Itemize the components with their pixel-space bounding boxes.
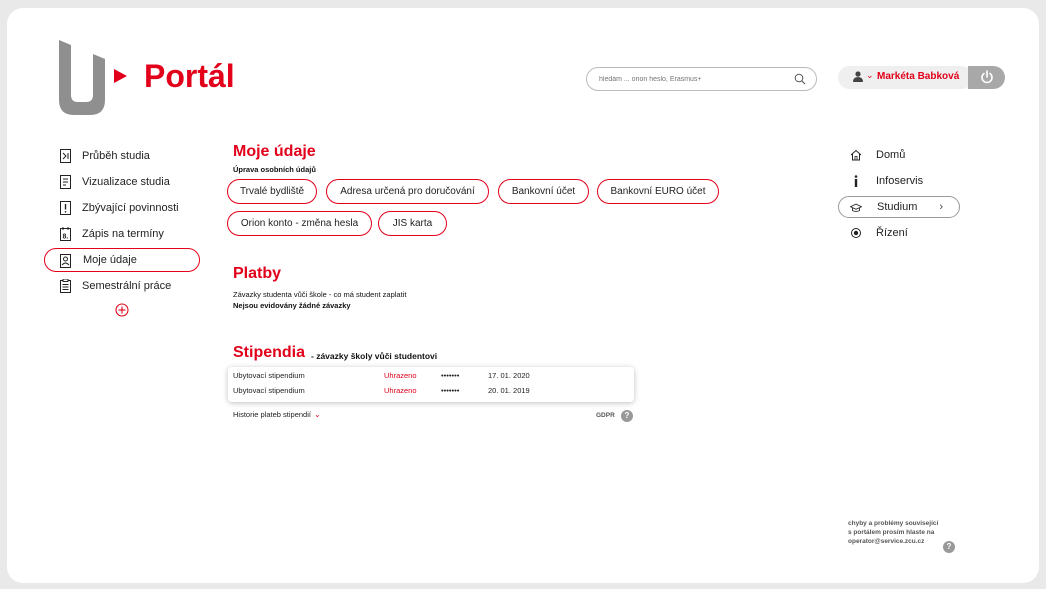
svg-text:8.: 8. [63,234,69,241]
stipend-status: Uhrazeno [384,386,417,395]
support-email[interactable]: operator@service.zcu.cz [848,537,938,546]
power-icon [981,70,993,84]
nav-item-studium[interactable]: Studium › [838,196,960,218]
search-bar[interactable] [586,67,817,91]
platby-description: Závazky studenta vůči škole - co má stud… [233,290,407,299]
stipend-amount: ••••••• [441,371,460,380]
section-title-moje-udaje: Moje údaje [233,143,316,160]
support-line: chyby a problémy související [848,520,939,527]
stipend-date: 20. 01. 2019 [488,386,530,395]
user-name: Markéta Babková [877,71,960,82]
nav-label: Průběh studia [82,150,150,162]
logo-arrow-icon [114,69,127,83]
section-title-platby: Platby [233,265,282,282]
nav-label: Domů [876,149,906,161]
document-icon [60,279,71,293]
nav-label: Studium [877,201,918,213]
left-navigation: Průběh studia Vizualizace studia Zbývají… [44,143,200,299]
jis-karta-button[interactable]: JIS karta [378,211,447,236]
nav-item-zbyvajici-povinnosti[interactable]: Zbývající povinnosti [44,195,200,221]
nav-item-domu[interactable]: Domů [838,142,960,168]
adresa-doruceni-button[interactable]: Adresa určená pro doručování [326,179,489,204]
bankovni-ucet-button[interactable]: Bankovní účet [498,179,589,204]
nav-label: Zbývající povinnosti [82,202,179,214]
historie-plateb-link[interactable]: Historie plateb stipendií ⌄ [233,410,321,419]
graduation-cap-icon [850,203,862,212]
nav-label: Semestrální práce [82,280,172,292]
add-circle-icon[interactable] [115,303,129,317]
trvale-bydliste-button[interactable]: Trvalé bydliště [227,179,317,204]
user-menu[interactable]: ⌄ Markéta Babková [838,66,973,89]
radio-dot-icon [851,228,861,238]
nav-label: Infoservis [876,175,924,187]
gdpr-label: GDPR [596,412,615,419]
nav-item-infoservis[interactable]: Infoservis [838,168,960,194]
nav-item-zapis-na-terminy[interactable]: 8. Zápis na termíny [44,221,200,247]
nav-item-semestralni-prace[interactable]: Semestrální práce [44,273,200,299]
orion-konto-button[interactable]: Orion konto - změna hesla [227,211,372,236]
profile-icon [60,254,71,268]
chevron-down-icon: ⌄ [866,70,874,80]
nav-label: Zápis na termíny [82,228,164,240]
section-title-stipendia: Stipendia [233,344,306,361]
logout-button[interactable] [968,66,1005,89]
exclamation-icon [60,201,71,215]
right-navigation: Domů Infoservis Studium › Řízení [838,142,960,246]
chevron-right-icon: › [939,201,943,213]
stipendia-table: Ubytovací stipendium Uhrazeno ••••••• 17… [228,367,634,402]
stipend-status: Uhrazeno [384,371,417,380]
nav-item-moje-udaje[interactable]: Moje údaje [44,248,200,272]
support-line: s portálem prosím hlaste na [848,529,935,536]
search-icon[interactable] [794,73,806,85]
section-subtitle-moje-udaje: Úprava osobních údajů [233,165,316,174]
calendar-icon: 8. [60,227,71,241]
nav-label: Vizualizace studia [82,176,170,188]
support-note: chyby a problémy související s portálem … [848,519,938,546]
table-row[interactable]: Ubytovací stipendium Uhrazeno ••••••• 20… [228,386,634,400]
info-icon [854,175,858,187]
section-subtitle-stipendia: - závazky školy vůči studentovi [311,351,438,361]
bankovni-euro-ucet-button[interactable]: Bankovní EURO účet [597,179,719,204]
person-icon [853,71,863,82]
progress-icon [60,149,71,163]
stipend-date: 17. 01. 2020 [488,371,530,380]
search-input[interactable] [599,70,789,88]
visualization-icon [60,175,71,189]
table-row[interactable]: Ubytovací stipendium Uhrazeno ••••••• 17… [228,371,634,385]
nav-item-prubeh-studia[interactable]: Průběh studia [44,143,200,169]
home-icon [850,149,862,161]
help-icon[interactable]: ? [943,541,955,553]
nav-label: Moje údaje [83,254,137,266]
stipend-amount: ••••••• [441,386,460,395]
portal-title[interactable]: Portál [144,58,235,95]
stipend-name: Ubytovací stipendium [233,386,305,395]
nav-item-rizeni[interactable]: Řízení [838,220,960,246]
chevron-down-icon: ⌄ [313,410,321,419]
nav-item-vizualizace-studia[interactable]: Vizualizace studia [44,169,200,195]
platby-status: Nejsou evidovány žádné závazky [233,301,351,310]
university-logo[interactable] [59,40,105,115]
historie-label: Historie plateb stipendií [233,410,311,419]
nav-label: Řízení [876,227,908,239]
help-icon[interactable]: ? [621,410,633,422]
stipend-name: Ubytovací stipendium [233,371,305,380]
